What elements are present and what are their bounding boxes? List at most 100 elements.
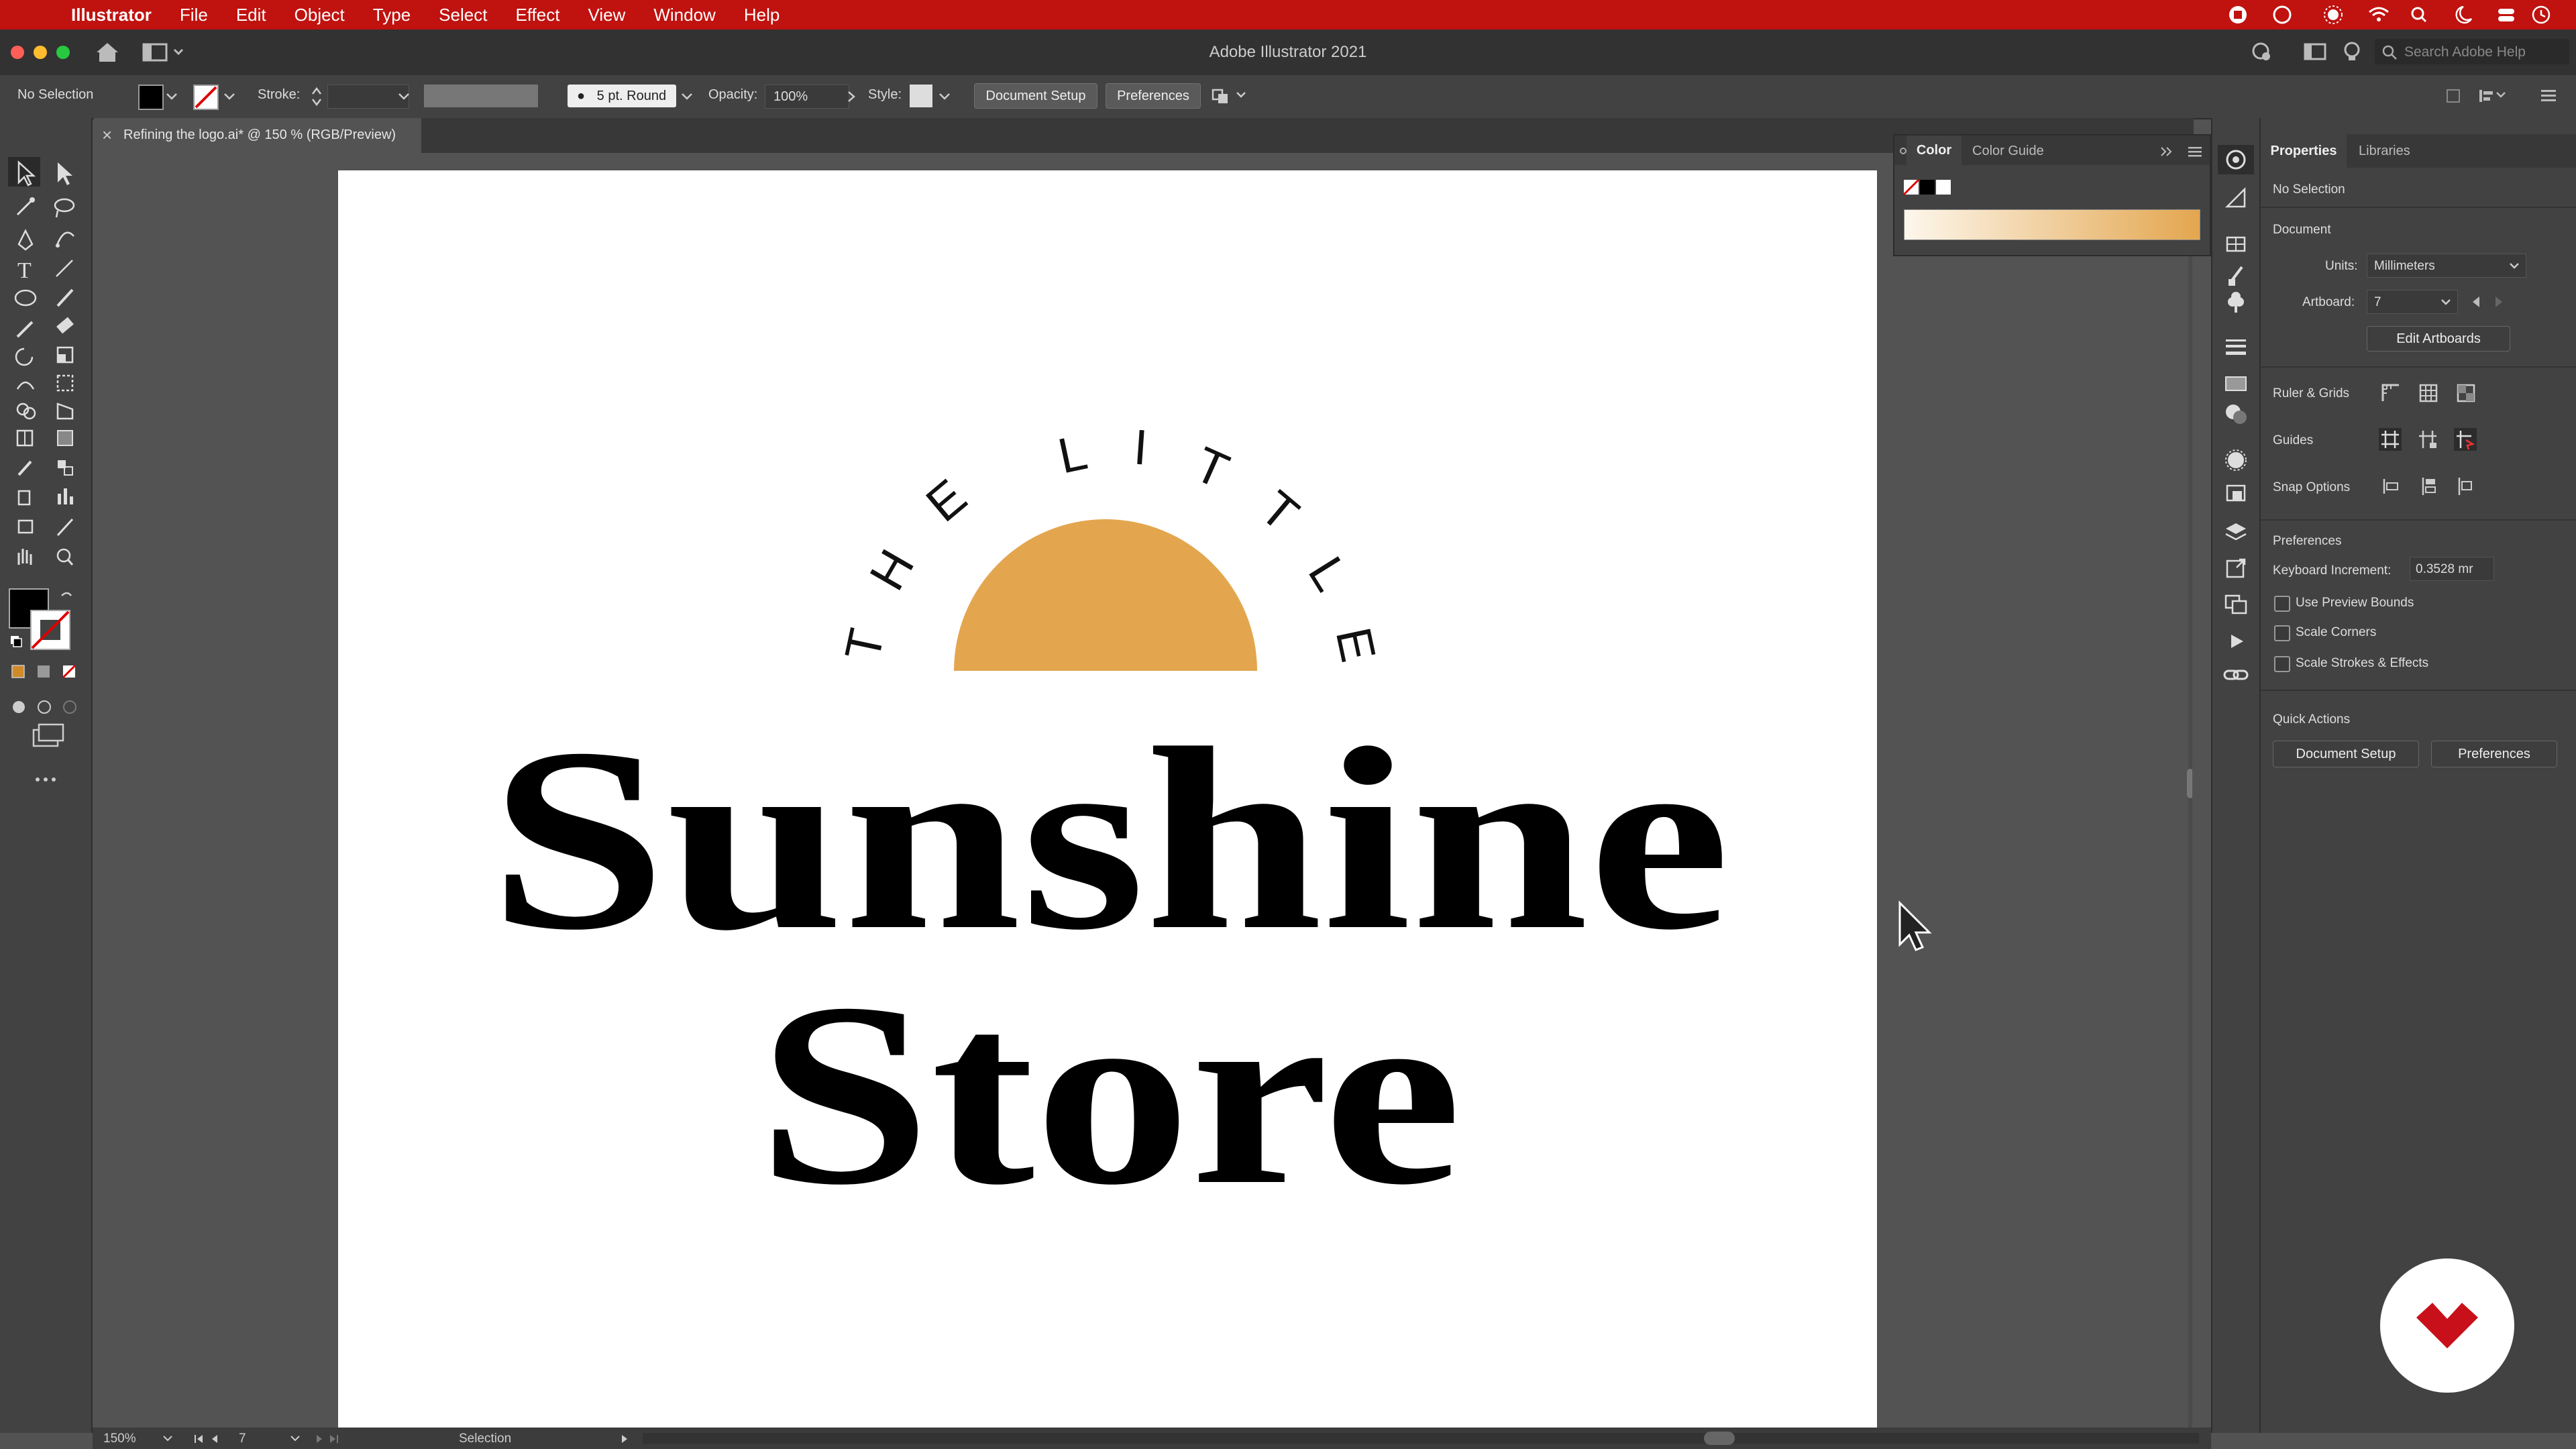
brush-dropdown-icon[interactable] [680, 90, 694, 103]
direct-selection-tool-icon[interactable] [58, 162, 72, 185]
keyboard-increment-input[interactable]: 0.3528 mr [2410, 557, 2494, 581]
perspective-grid-tool-icon[interactable] [56, 402, 74, 420]
status-menu-arrow-icon[interactable] [619, 1433, 632, 1445]
menu-effect[interactable]: Effect [515, 5, 559, 25]
ellipse-tool-icon[interactable] [14, 289, 37, 307]
transparency-grid-icon[interactable] [2457, 384, 2475, 402]
tab-color-guide[interactable]: Color Guide [1972, 144, 2044, 159]
graphic-styles-panel-icon[interactable] [2226, 484, 2246, 502]
spotlight-search-icon[interactable] [2411, 7, 2427, 23]
menu-select[interactable]: Select [439, 5, 487, 25]
moon-icon[interactable] [2455, 5, 2473, 24]
width-tool-icon[interactable] [16, 381, 35, 390]
eyedropper-tool-icon[interactable] [17, 460, 32, 476]
menu-app-name[interactable]: Illustrator [71, 5, 152, 25]
fill-dropdown-chevron-icon[interactable] [165, 90, 178, 103]
paintbrush-tool-icon[interactable] [56, 288, 74, 307]
variable-width-profile[interactable] [424, 85, 538, 107]
home-icon[interactable] [94, 40, 121, 64]
line-segment-tool-icon[interactable] [56, 260, 73, 277]
symbol-sprayer-tool-icon[interactable] [17, 490, 31, 506]
stroke-color-icon[interactable] [30, 610, 70, 650]
next-artboard-status-icon[interactable] [317, 1435, 322, 1443]
arrange-icon[interactable] [1212, 86, 1252, 106]
minimize-window-icon[interactable] [34, 46, 47, 59]
smart-guides-icon[interactable] [2454, 428, 2477, 451]
zoom-level[interactable]: 150% [103, 1432, 136, 1446]
clock-icon[interactable] [2532, 5, 2551, 24]
snap-to-pixel-icon[interactable] [2422, 478, 2436, 495]
vertical-scroll-thumb[interactable] [2187, 769, 2192, 798]
artboard[interactable]: T H E L I T T L E Sunshine Store [338, 170, 1877, 1428]
gradient-tool-icon[interactable] [57, 430, 73, 446]
close-window-icon[interactable] [11, 46, 24, 59]
tab-properties[interactable]: Properties [2261, 134, 2347, 168]
transparency-panel-icon[interactable] [2226, 405, 2247, 424]
brightness-icon[interactable] [2324, 5, 2343, 24]
curvature-tool-icon[interactable] [55, 231, 74, 248]
appearance-panel-icon[interactable] [2225, 449, 2247, 471]
grid-toggle-icon[interactable] [2419, 384, 2438, 402]
menu-edit[interactable]: Edit [236, 5, 266, 25]
brush-definition-select[interactable]: ● 5 pt. Round [568, 85, 676, 107]
tab-color[interactable]: Color [1907, 136, 1962, 165]
gradient-panel-icon[interactable] [2225, 376, 2247, 391]
preferences-button[interactable]: Preferences [1106, 83, 1201, 109]
default-fill-stroke-icon[interactable] [11, 636, 22, 647]
rulers-toggle-icon[interactable] [2381, 384, 2399, 401]
last-artboard-icon[interactable] [330, 1435, 338, 1443]
workspace-switcher-icon[interactable] [142, 43, 189, 63]
stroke-dropdown-chevron-icon[interactable] [223, 90, 236, 103]
creative-cloud-icon[interactable] [2273, 5, 2292, 24]
swap-fill-stroke-icon[interactable] [61, 592, 72, 596]
brushes-panel-icon[interactable] [2229, 266, 2243, 286]
help-search-box[interactable]: Search Adobe Help [2375, 39, 2569, 64]
actions-play-icon[interactable] [2231, 635, 2243, 648]
quick-document-setup-button[interactable]: Document Setup [2273, 741, 2419, 767]
stroke-weight-dropdown-icon[interactable] [397, 90, 411, 103]
discover-lightbulb-icon[interactable] [2344, 42, 2360, 60]
pen-tool-icon[interactable] [17, 229, 34, 251]
share-icon[interactable] [2252, 42, 2270, 60]
menu-window[interactable]: Window [653, 5, 715, 25]
fill-swatch[interactable] [138, 85, 164, 110]
show-guides-icon[interactable] [2379, 428, 2402, 451]
scale-tool-icon[interactable] [56, 346, 74, 364]
previous-artboard-icon[interactable] [2473, 297, 2479, 307]
document-setup-button[interactable]: Document Setup [974, 83, 1097, 109]
column-graph-tool-icon[interactable] [58, 488, 73, 504]
menu-file[interactable]: File [180, 5, 208, 25]
horizontal-scroll-thumb[interactable] [1704, 1432, 1735, 1445]
artboards-panel-icon[interactable] [2224, 594, 2247, 614]
use-preview-bounds-checkbox[interactable] [2274, 596, 2290, 612]
edit-artboards-button[interactable]: Edit Artboards [2367, 326, 2510, 352]
tab-libraries[interactable]: Libraries [2359, 144, 2410, 159]
color-guide-panel-icon[interactable] [2224, 186, 2246, 208]
lasso-tool-icon[interactable] [54, 198, 75, 218]
swatches-panel-icon[interactable] [2226, 236, 2246, 252]
edit-toolbar-icon[interactable] [36, 777, 56, 782]
type-tool-icon[interactable]: T [17, 258, 32, 283]
shape-builder-tool-icon[interactable] [16, 402, 36, 420]
lock-guides-icon[interactable] [2419, 431, 2436, 448]
menu-type[interactable]: Type [373, 5, 411, 25]
none-swatch-icon[interactable] [1902, 178, 1920, 196]
control-center-icon[interactable] [2498, 9, 2514, 21]
status-artboard-number[interactable]: 7 [239, 1432, 246, 1446]
shaper-tool-icon[interactable] [16, 321, 34, 338]
transform-icon[interactable] [2447, 89, 2460, 103]
stroke-none-swatch-icon[interactable] [193, 85, 219, 110]
stroke-weight-stepper-icon[interactable] [310, 85, 323, 109]
layers-panel-icon[interactable] [2225, 523, 2247, 541]
snap-to-glyph-icon[interactable] [2458, 478, 2472, 495]
stroke-panel-icon[interactable] [2226, 339, 2246, 355]
change-screen-mode-icon[interactable] [32, 723, 64, 747]
close-tab-icon[interactable]: × [102, 125, 112, 146]
white-swatch-icon[interactable] [1936, 180, 1951, 195]
document-tab[interactable]: × Refining the logo.ai* @ 150 % (RGB/Pre… [94, 118, 421, 153]
black-swatch-icon[interactable] [1920, 180, 1935, 195]
export-panel-icon[interactable] [2226, 558, 2246, 578]
slice-tool-icon[interactable] [56, 518, 74, 537]
artboard-dropdown-icon[interactable] [290, 1436, 300, 1442]
links-panel-icon[interactable] [2223, 669, 2249, 680]
